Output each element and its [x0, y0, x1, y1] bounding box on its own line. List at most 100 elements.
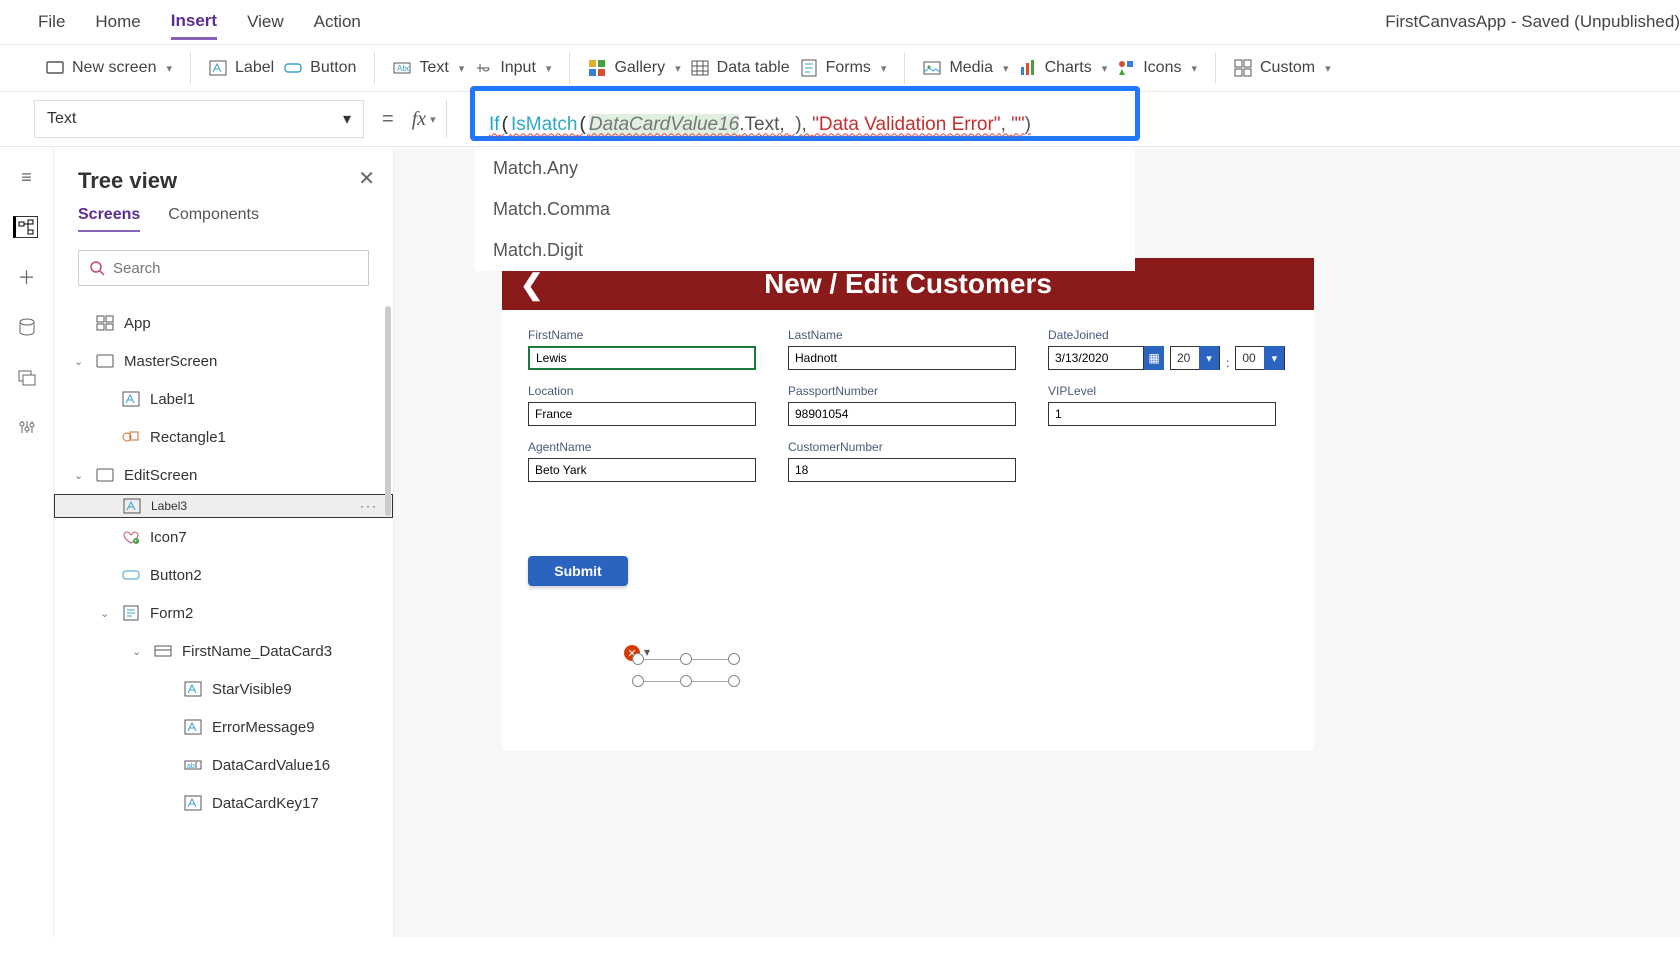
gallery-menu[interactable]: Gallery▾: [588, 59, 680, 77]
icons-menu[interactable]: Icons▾: [1117, 59, 1197, 77]
left-rail: ≡ ＋: [0, 148, 54, 937]
screen-icon: [96, 467, 114, 483]
intellisense-item[interactable]: Match.Any: [475, 148, 1135, 189]
tree-item-editscreen[interactable]: ⌄EditScreen: [54, 456, 393, 494]
data-table-button[interactable]: Data table: [691, 59, 790, 77]
input-menu[interactable]: Input▾: [474, 59, 551, 77]
tree-item-firstname_datacard3[interactable]: ⌄FirstName_DataCard3: [54, 632, 393, 670]
tree-item-datacardkey17[interactable]: DataCardKey17: [54, 784, 393, 822]
new-screen-button[interactable]: New screen▾: [46, 59, 172, 77]
tree-items: App ⌄ MasterScreen Label1 Rectangle1 ⌄EditScr…: [54, 298, 393, 978]
tree-item-label: App: [124, 315, 151, 332]
fx-expand[interactable]: ▾: [430, 100, 447, 138]
app-icon: [96, 315, 114, 331]
equals-sign: =: [364, 108, 412, 131]
ribbon: New screen▾ Label Button Abc Text▾ Input…: [0, 44, 1680, 92]
tree-item-masterscreen[interactable]: ⌄ MasterScreen: [54, 342, 393, 380]
svg-text:+: +: [134, 539, 138, 545]
resize-handle[interactable]: [680, 675, 692, 687]
resize-handle[interactable]: [728, 675, 740, 687]
menu-action[interactable]: Action: [314, 6, 361, 38]
custno-input[interactable]: [788, 458, 1016, 482]
property-selector[interactable]: Text▾: [34, 100, 364, 138]
more-icon[interactable]: ···: [360, 499, 378, 513]
tree-view-icon[interactable]: [13, 216, 38, 238]
back-icon[interactable]: ❮: [520, 268, 543, 301]
menu-view[interactable]: View: [247, 6, 284, 38]
label-icon: [123, 498, 141, 514]
svg-text:Abc: Abc: [397, 64, 411, 73]
minute-select[interactable]: 00▾: [1235, 346, 1285, 370]
forms-menu[interactable]: Forms▾: [800, 59, 887, 77]
media-menu[interactable]: Media▾: [923, 59, 1008, 77]
tree-item-label: DataCardValue16: [212, 757, 330, 774]
passport-input[interactable]: [788, 402, 1016, 426]
tree-item-label: ErrorMessage9: [212, 719, 315, 736]
tree-item-errormessage9[interactable]: ErrorMessage9: [54, 708, 393, 746]
table-icon: [691, 59, 709, 77]
hamburger-icon[interactable]: ≡: [16, 166, 38, 188]
tree-item-datacardvalue16[interactable]: abDataCardValue16: [54, 746, 393, 784]
location-label: Location: [528, 384, 756, 398]
scrollbar-thumb[interactable]: [385, 306, 391, 516]
chevron-down-icon: ▾: [166, 62, 172, 75]
menu-home[interactable]: Home: [95, 6, 140, 38]
calendar-icon[interactable]: ▦: [1144, 346, 1164, 370]
intellisense-item[interactable]: Match.Comma: [475, 189, 1135, 230]
text-menu[interactable]: Abc Text▾: [393, 59, 464, 77]
tree-item-icon7[interactable]: +Icon7: [54, 518, 393, 556]
agent-input[interactable]: [528, 458, 756, 482]
hour-select[interactable]: 20▾: [1170, 346, 1220, 370]
chevron-down-icon: ▾: [1199, 346, 1219, 370]
resize-handle[interactable]: [680, 653, 692, 665]
menu-bar: File Home Insert View Action FirstCanvas…: [0, 0, 1680, 44]
chevron-down-icon: ⌄: [74, 355, 86, 368]
datejoined-label: DateJoined: [1048, 328, 1285, 342]
custom-menu[interactable]: Custom▾: [1234, 59, 1331, 77]
tree-item-app[interactable]: App: [54, 304, 393, 342]
insert-icon[interactable]: ＋: [16, 266, 38, 288]
chevron-down-icon: ⌄: [132, 645, 144, 658]
resize-handle[interactable]: [632, 675, 644, 687]
tree-item-label3[interactable]: Label3···: [54, 494, 393, 518]
card-icon: [154, 643, 172, 659]
chart-icon: [1019, 59, 1037, 77]
media-rail-icon[interactable]: [16, 366, 38, 388]
intellisense-item[interactable]: Match.Digit: [475, 230, 1135, 271]
advanced-icon[interactable]: [16, 416, 38, 438]
document-title: FirstCanvasApp - Saved (Unpublished): [1385, 12, 1680, 32]
charts-menu[interactable]: Charts▾: [1019, 59, 1108, 77]
data-icon[interactable]: [16, 316, 38, 338]
label-icon: [209, 59, 227, 77]
tree-item-label: MasterScreen: [124, 353, 217, 370]
label-icon: [184, 681, 202, 697]
datejoined-date[interactable]: [1048, 346, 1144, 370]
resize-handle[interactable]: [632, 653, 644, 665]
formula-input[interactable]: If(IsMatch(DataCardValue16.Text, ), "Dat…: [470, 86, 1140, 141]
tree-item-starvisible9[interactable]: StarVisible9: [54, 670, 393, 708]
menu-insert[interactable]: Insert: [171, 5, 217, 40]
tab-components[interactable]: Components: [168, 206, 259, 232]
tree-item-button2[interactable]: Button2: [54, 556, 393, 594]
tree-item-label1[interactable]: Label1: [54, 380, 393, 418]
tree-item-form2[interactable]: ⌄Form2: [54, 594, 393, 632]
menu-file[interactable]: File: [38, 6, 65, 38]
lastname-input[interactable]: [788, 346, 1016, 370]
tab-screens[interactable]: Screens: [78, 206, 140, 232]
tree-item-label: Rectangle1: [150, 429, 226, 446]
search-input[interactable]: [113, 260, 358, 277]
chevron-down-icon: ⌄: [74, 469, 86, 482]
location-input[interactable]: [528, 402, 756, 426]
tree-search[interactable]: [78, 250, 369, 286]
tree-item-label: Button2: [150, 567, 202, 584]
vip-input[interactable]: [1048, 402, 1276, 426]
passport-label: PassportNumber: [788, 384, 1016, 398]
label-button[interactable]: Label: [209, 59, 274, 77]
button-button[interactable]: Button: [284, 59, 356, 77]
firstname-input[interactable]: [528, 346, 756, 370]
resize-handle[interactable]: [728, 653, 740, 665]
submit-button[interactable]: Submit: [528, 556, 628, 586]
tree-title: Tree view: [54, 160, 393, 206]
close-icon[interactable]: ✕: [358, 166, 375, 191]
tree-item-rectangle1[interactable]: Rectangle1: [54, 418, 393, 456]
